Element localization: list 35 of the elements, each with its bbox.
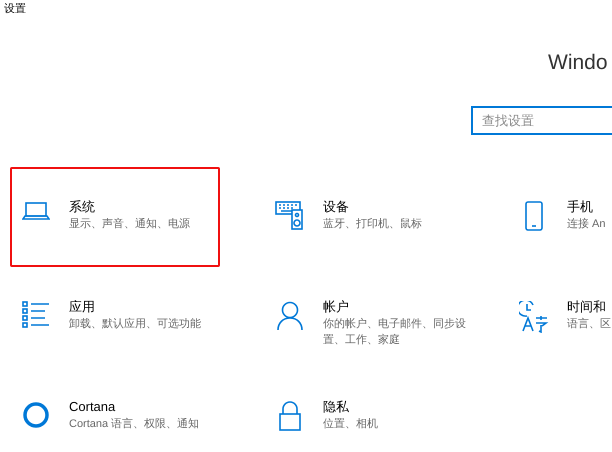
ring-icon [22, 401, 50, 429]
list-icon [22, 301, 50, 329]
settings-tile[interactable]: 应用 卸载、默认应用、可选功能 [10, 267, 220, 367]
tile-description: 蓝牙、打印机、鼠标 [323, 217, 423, 232]
settings-tile[interactable]: 设备 蓝牙、打印机、鼠标 [264, 167, 474, 267]
tile-description: 卸载、默认应用、可选功能 [69, 316, 202, 332]
settings-tile[interactable]: Cortana Cortana 语言、权限、通知 [10, 367, 220, 452]
settings-tile[interactable]: 时间和 语言、区 [508, 267, 612, 367]
tile-title: 帐户 [323, 298, 350, 316]
tile-title: 时间和 [567, 298, 607, 316]
tile-description: 显示、声音、通知、电源 [69, 216, 191, 232]
settings-tile[interactable]: 手机 连接 An [508, 167, 612, 267]
tile-description: Cortana 语言、权限、通知 [69, 416, 200, 432]
laptop-icon [22, 201, 50, 221]
padlock-icon [278, 401, 302, 431]
tile-title: 应用 [69, 298, 96, 316]
tile-title: 隐私 [323, 398, 350, 416]
settings-tile[interactable]: 帐户 你的帐户、电子邮件、同步设置、工作、家庭 [264, 267, 474, 367]
tile-title: 设备 [323, 198, 350, 216]
person-icon [277, 301, 303, 331]
phone-icon [525, 201, 543, 231]
tile-title: Cortana [69, 398, 116, 416]
settings-tile[interactable]: 系统 显示、声音、通知、电源 [10, 167, 220, 267]
tile-description: 位置、相机 [323, 417, 379, 432]
search-field[interactable]: 查找设置 [471, 106, 612, 135]
tile-title: 手机 [567, 198, 594, 216]
tile-title: 系统 [69, 198, 96, 216]
tile-description: 你的帐户、电子邮件、同步设置、工作、家庭 [323, 316, 467, 348]
page-heading: Windo [548, 50, 608, 76]
tile-description: 语言、区 [567, 316, 612, 332]
window-title: 设置 [4, 2, 26, 17]
tile-description: 连接 An [567, 216, 607, 232]
keyboard-speaker-icon [275, 201, 305, 231]
clock-language-icon [519, 301, 549, 333]
settings-tile[interactable]: 隐私 位置、相机 [264, 367, 474, 452]
